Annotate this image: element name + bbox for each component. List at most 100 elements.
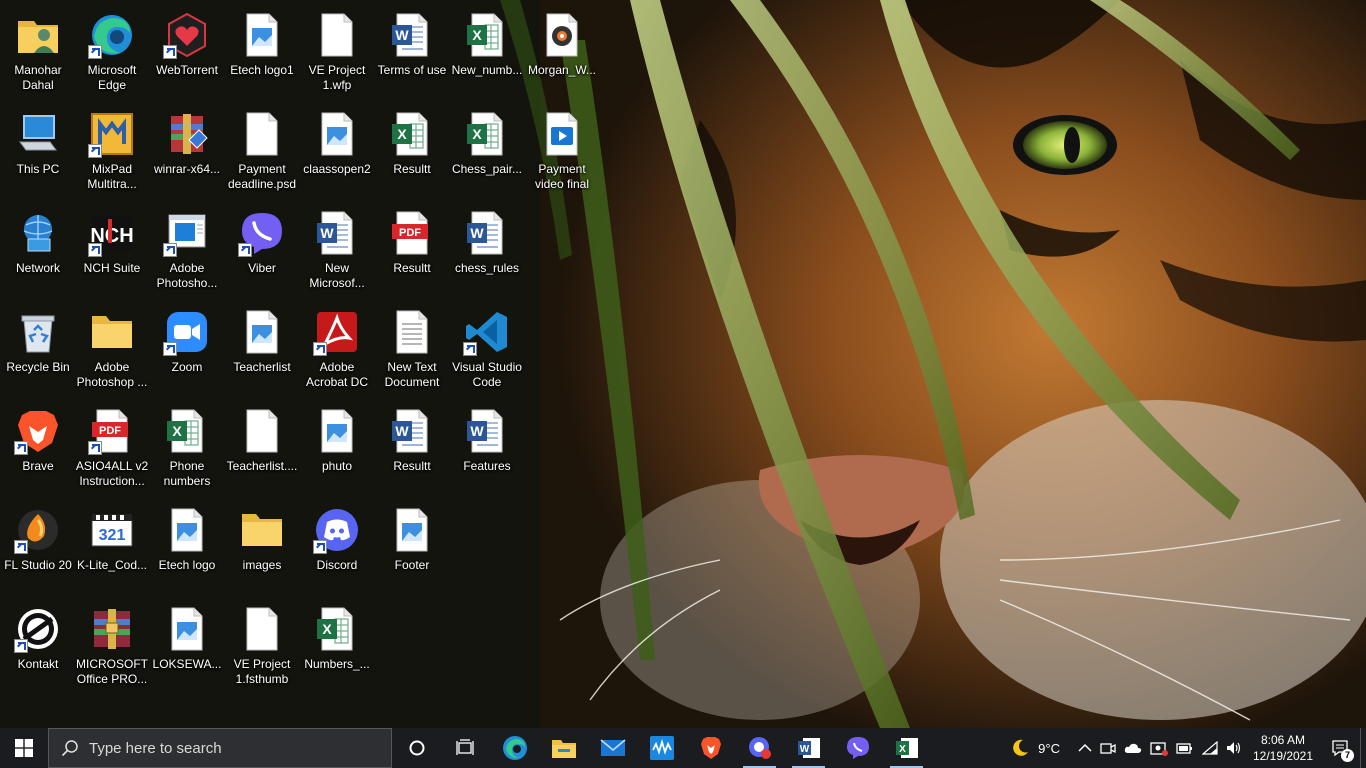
desktop-icon[interactable]: X Chess_pair... xyxy=(449,103,525,199)
desktop-icon-label: Features xyxy=(463,459,511,473)
klite-icon: 321 xyxy=(88,506,136,554)
taskbar: Type here to search W X 9°C 8:06 AM 12/1… xyxy=(0,728,1366,768)
desktop-icon[interactable]: Adobe Photoshop ... xyxy=(74,301,150,397)
desktop-icon[interactable]: WebTorrent xyxy=(149,4,225,100)
desktop-icon[interactable]: Footer xyxy=(374,499,450,595)
taskbar-word[interactable]: W xyxy=(784,728,833,768)
cortana-icon xyxy=(409,740,424,756)
svg-text:X: X xyxy=(899,744,906,755)
taskbar-file-explorer[interactable] xyxy=(539,728,588,768)
desktop-icon[interactable]: Kontakt xyxy=(0,598,76,694)
desktop-icon[interactable]: Manohar Dahal xyxy=(0,4,76,100)
tray-wifi[interactable] xyxy=(1198,728,1222,768)
desktop-icon[interactable]: PDF Resultt xyxy=(374,202,450,298)
desktop-icon[interactable]: W Terms of use xyxy=(374,4,450,100)
desktop-icon[interactable]: Zoom xyxy=(149,301,225,397)
task-view-button[interactable] xyxy=(441,728,490,768)
desktop-icon[interactable]: Etech logo xyxy=(149,499,225,595)
desktop-icon[interactable]: LOKSEWA... xyxy=(149,598,225,694)
desktop-icon[interactable]: Teacherlist xyxy=(224,301,300,397)
taskbar-brave[interactable] xyxy=(686,728,735,768)
desktop-icon-label: Teacherlist xyxy=(233,360,291,374)
desktop-icon[interactable]: PDF ASIO4ALL v2 Instruction... xyxy=(74,400,150,496)
taskbar-waves[interactable] xyxy=(637,728,686,768)
taskbar-record-app[interactable] xyxy=(735,728,784,768)
desktop-icon-label: Payment video final xyxy=(534,162,590,191)
action-center-button[interactable]: 7 xyxy=(1320,728,1360,768)
desktop-icon[interactable]: Recycle Bin xyxy=(0,301,76,397)
desktop-icon[interactable]: Adobe Acrobat DC xyxy=(299,301,375,397)
webtorrent-icon xyxy=(163,11,211,59)
desktop-icon[interactable]: MixPad Multitra... xyxy=(74,103,150,199)
desktop-icon[interactable]: W Resultt xyxy=(374,400,450,496)
desktop-icon-label: claassopen2 xyxy=(303,162,371,176)
taskbar-mail[interactable] xyxy=(588,728,637,768)
desktop-icon[interactable]: claassopen2 xyxy=(299,103,375,199)
desktop-icon[interactable]: Microsoft Edge xyxy=(74,4,150,100)
desktop-icon[interactable]: Payment video final xyxy=(524,103,600,199)
search-icon xyxy=(61,740,78,757)
desktop-icon-label: FL Studio 20 xyxy=(4,558,72,572)
desktop-icon[interactable]: W New Microsof... xyxy=(299,202,375,298)
recycle-bin-icon xyxy=(14,308,62,356)
cortana-button[interactable] xyxy=(392,728,441,768)
svg-text:PDF: PDF xyxy=(99,425,121,437)
desktop-icon[interactable]: phuto xyxy=(299,400,375,496)
show-hidden-icons-button[interactable] xyxy=(1074,728,1096,768)
fl-studio-icon xyxy=(14,506,62,554)
tray-meet-now[interactable] xyxy=(1096,728,1120,768)
desktop-icon[interactable]: W Features xyxy=(449,400,525,496)
desktop-icon-label: New_numb... xyxy=(451,63,523,77)
desktop-icon[interactable]: New Text Document xyxy=(374,301,450,397)
desktop-icon[interactable]: FL Studio 20 xyxy=(0,499,76,595)
desktop-icon[interactable]: This PC xyxy=(0,103,76,199)
desktop-icon[interactable]: VE Project 1.fsthumb xyxy=(224,598,300,694)
desktop-icon[interactable]: X New_numb... xyxy=(449,4,525,100)
desktop-icon[interactable]: Etech logo1 xyxy=(224,4,300,100)
weather-widget[interactable]: 9°C xyxy=(1006,728,1064,768)
pdf-file-icon: PDF xyxy=(88,407,136,455)
window-shortcut-icon xyxy=(163,209,211,257)
desktop-icon[interactable]: VE Project 1.wfp xyxy=(299,4,375,100)
taskbar-excel[interactable]: X xyxy=(882,728,931,768)
zoom-icon xyxy=(163,308,211,356)
taskbar-clock[interactable]: 8:06 AM 12/19/2021 xyxy=(1246,728,1320,768)
kontakt-icon xyxy=(14,605,62,653)
desktop-icon[interactable]: X Numbers_... xyxy=(299,598,375,694)
taskbar-edge[interactable] xyxy=(490,728,539,768)
desktop-icon[interactable]: images xyxy=(224,499,300,595)
desktop-icon-label: MixPad Multitra... xyxy=(87,162,137,191)
show-desktop-button[interactable] xyxy=(1360,728,1366,768)
desktop-icon[interactable]: NCH NCH Suite xyxy=(74,202,150,298)
tray-battery[interactable] xyxy=(1172,728,1198,768)
desktop-icon[interactable]: 321 K-Lite_Cod... xyxy=(74,499,150,595)
desktop-icon[interactable]: Adobe Photosho... xyxy=(149,202,225,298)
desktop-icon[interactable]: Brave xyxy=(0,400,76,496)
system-tray: 9°C 8:06 AM 12/19/2021 7 xyxy=(1006,728,1366,768)
start-button[interactable] xyxy=(0,728,48,768)
desktop-icon[interactable]: Teacherlist.... xyxy=(224,400,300,496)
tray-onedrive[interactable] xyxy=(1120,728,1146,768)
nch-icon: NCH xyxy=(88,209,136,257)
desktop-icon[interactable]: winrar-x64... xyxy=(149,103,225,199)
taskbar-search-box[interactable]: Type here to search xyxy=(48,728,392,768)
desktop-icon[interactable]: Morgan_W... xyxy=(524,4,600,100)
desktop-icon-label: ASIO4ALL v2 Instruction... xyxy=(75,459,149,488)
desktop-icon[interactable]: Viber xyxy=(224,202,300,298)
desktop-icon[interactable]: X Phone numbers xyxy=(149,400,225,496)
desktop-icon[interactable]: Discord xyxy=(299,499,375,595)
tray-volume[interactable] xyxy=(1222,728,1246,768)
desktop-icon[interactable]: Visual Studio Code xyxy=(449,301,525,397)
desktop-icon[interactable]: X Resultt xyxy=(374,103,450,199)
desktop-icon[interactable]: Wchess_rules xyxy=(449,202,525,298)
text-file-icon xyxy=(388,308,436,356)
tray-security[interactable] xyxy=(1146,728,1172,768)
desktop-icon[interactable]: Network xyxy=(0,202,76,298)
shortcut-arrow-icon xyxy=(14,639,28,653)
folder-icon xyxy=(238,506,286,554)
mail-icon xyxy=(599,739,626,756)
desktop-icon[interactable]: MICROSOFT Office PRO... xyxy=(74,598,150,694)
desktop-icon[interactable]: Payment deadline.psd xyxy=(224,103,300,199)
taskbar-viber[interactable] xyxy=(833,728,882,768)
desktop-icon-label: Manohar Dahal xyxy=(14,63,62,92)
